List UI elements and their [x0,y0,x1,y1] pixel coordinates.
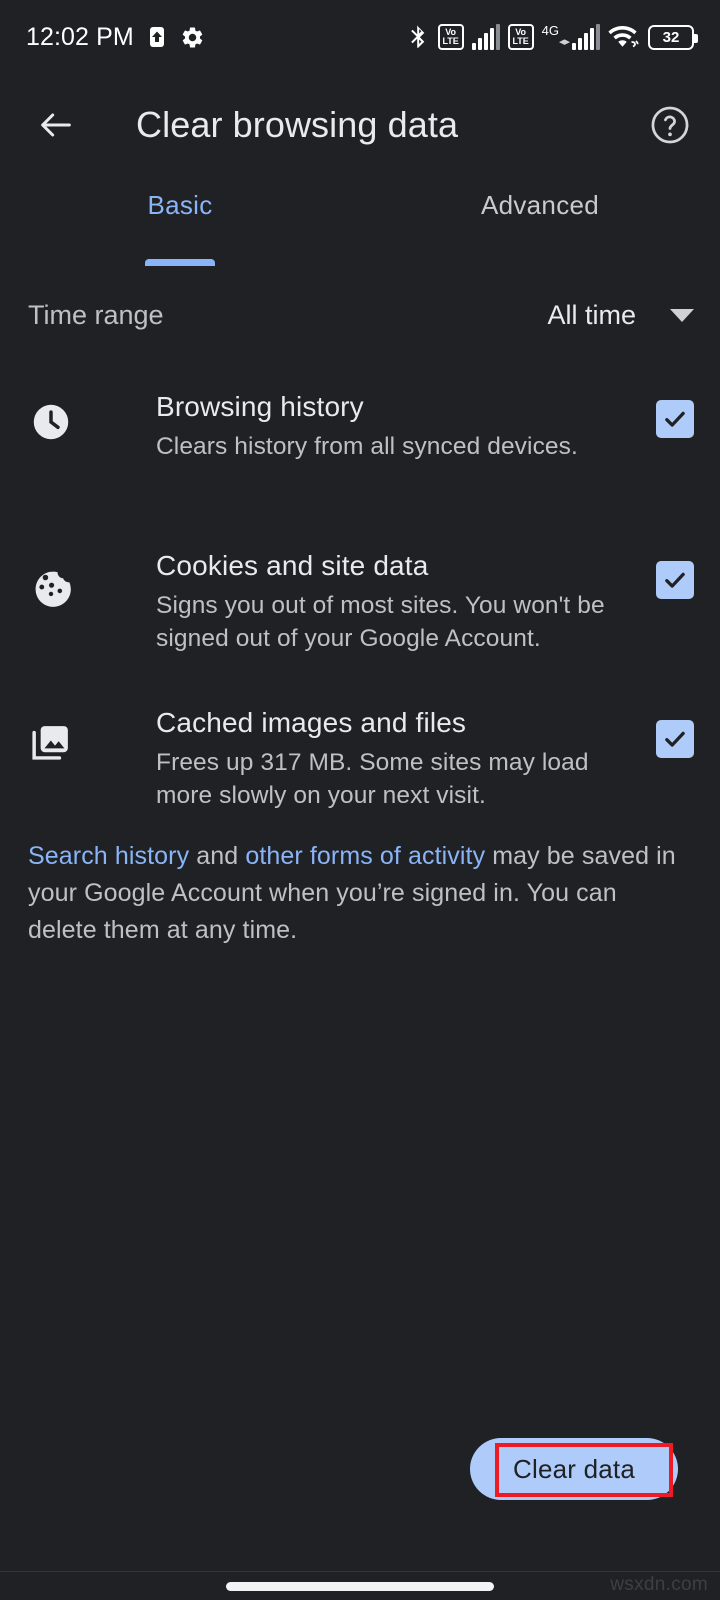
help-button[interactable] [642,97,698,153]
option-row-cookies[interactable]: Cookies and site data Signs you out of m… [0,517,720,667]
back-button[interactable] [28,97,84,153]
photo-library-icon [28,720,74,766]
bluetooth-icon [406,24,430,51]
checkmark-icon [665,731,685,747]
chevron-down-icon[interactable] [670,308,694,322]
signal-bars-sim2 [572,24,600,50]
tab-active-indicator [145,259,215,266]
checkmark-icon [665,411,685,427]
option-description: Frees up 317 MB. Some sites may load mor… [156,749,589,809]
help-circle-icon [651,106,689,144]
other-forms-of-activity-link[interactable]: other forms of activity [245,842,485,870]
tab-basic-label: Basic [147,190,213,220]
option-title: Browsing history [156,391,364,422]
volte-badge-sim1: Vo LTE [437,24,464,50]
option-title: Cookies and site data [156,550,429,581]
option-row-browsing-history[interactable]: Browsing history Clears history from all… [0,372,720,492]
status-bar-clock: 12:02 PM [26,22,134,51]
tab-advanced-label: Advanced [480,190,600,220]
checkbox-cached-images[interactable] [656,720,694,758]
status-bar: 12:02 PM Vo LTE Vo LTE 4G ◂▸ 32 [0,0,720,74]
data-transfer-icon: ◂▸ [558,36,570,48]
search-history-link[interactable]: Search history [28,842,189,870]
option-text-cached-images: Cached images and files Frees up 317 MB.… [156,704,640,812]
option-row-cached-images[interactable]: Cached images and files Frees up 317 MB.… [0,678,720,828]
volte-bottom: LTE [442,36,459,46]
option-title: Cached images and files [156,707,467,738]
time-range-value: All time [547,299,636,330]
upload-arrow-icon [145,25,169,49]
gear-icon [180,25,205,50]
clear-data-button-wrap: Clear data [470,1438,678,1500]
battery-indicator: 32 [648,24,698,50]
watermark: wsxdn.com [610,1574,708,1595]
app-bar: Clear browsing data [0,74,720,176]
checkmark-icon [665,572,685,588]
option-text-browsing-history: Browsing history Clears history from all… [156,388,640,463]
option-text-cookies: Cookies and site data Signs you out of m… [156,547,640,655]
time-range-row[interactable]: Time range All time [0,276,720,354]
checkbox-cookies[interactable] [656,561,694,599]
page-title: Clear browsing data [136,104,459,145]
wifi-icon [608,24,640,50]
home-gesture-pill[interactable] [226,1582,494,1591]
tab-advanced[interactable]: Advanced [360,176,720,266]
footer-note: Search history and other forms of activi… [28,838,682,949]
option-description: Signs you out of most sites. You won't b… [156,592,605,652]
mobile-data-group: 4G ◂▸ [542,24,600,50]
volte-bottom: LTE [512,36,529,46]
status-bar-right: Vo LTE Vo LTE 4G ◂▸ 32 [406,24,698,51]
phone-screen: 12:02 PM Vo LTE Vo LTE 4G ◂▸ 32 Clear br… [0,0,720,1600]
network-type-label: 4G [541,23,559,38]
checkbox-browsing-history[interactable] [656,400,694,438]
cookie-icon [28,561,74,607]
battery-level-label: 32 [662,28,680,46]
clock-icon [28,400,74,444]
signal-bars-sim1 [471,24,500,50]
volte-badge-sim2: Vo LTE [507,24,534,50]
footer-note-mid: and [189,842,246,870]
clear-data-button[interactable]: Clear data [470,1438,678,1500]
option-description: Clears history from all synced devices. [156,433,578,460]
tab-basic[interactable]: Basic [0,176,360,266]
time-range-label: Time range [28,299,164,330]
tab-bar: Basic Advanced [0,176,720,266]
status-bar-left: 12:02 PM [26,23,205,52]
back-arrow-icon [41,113,71,137]
